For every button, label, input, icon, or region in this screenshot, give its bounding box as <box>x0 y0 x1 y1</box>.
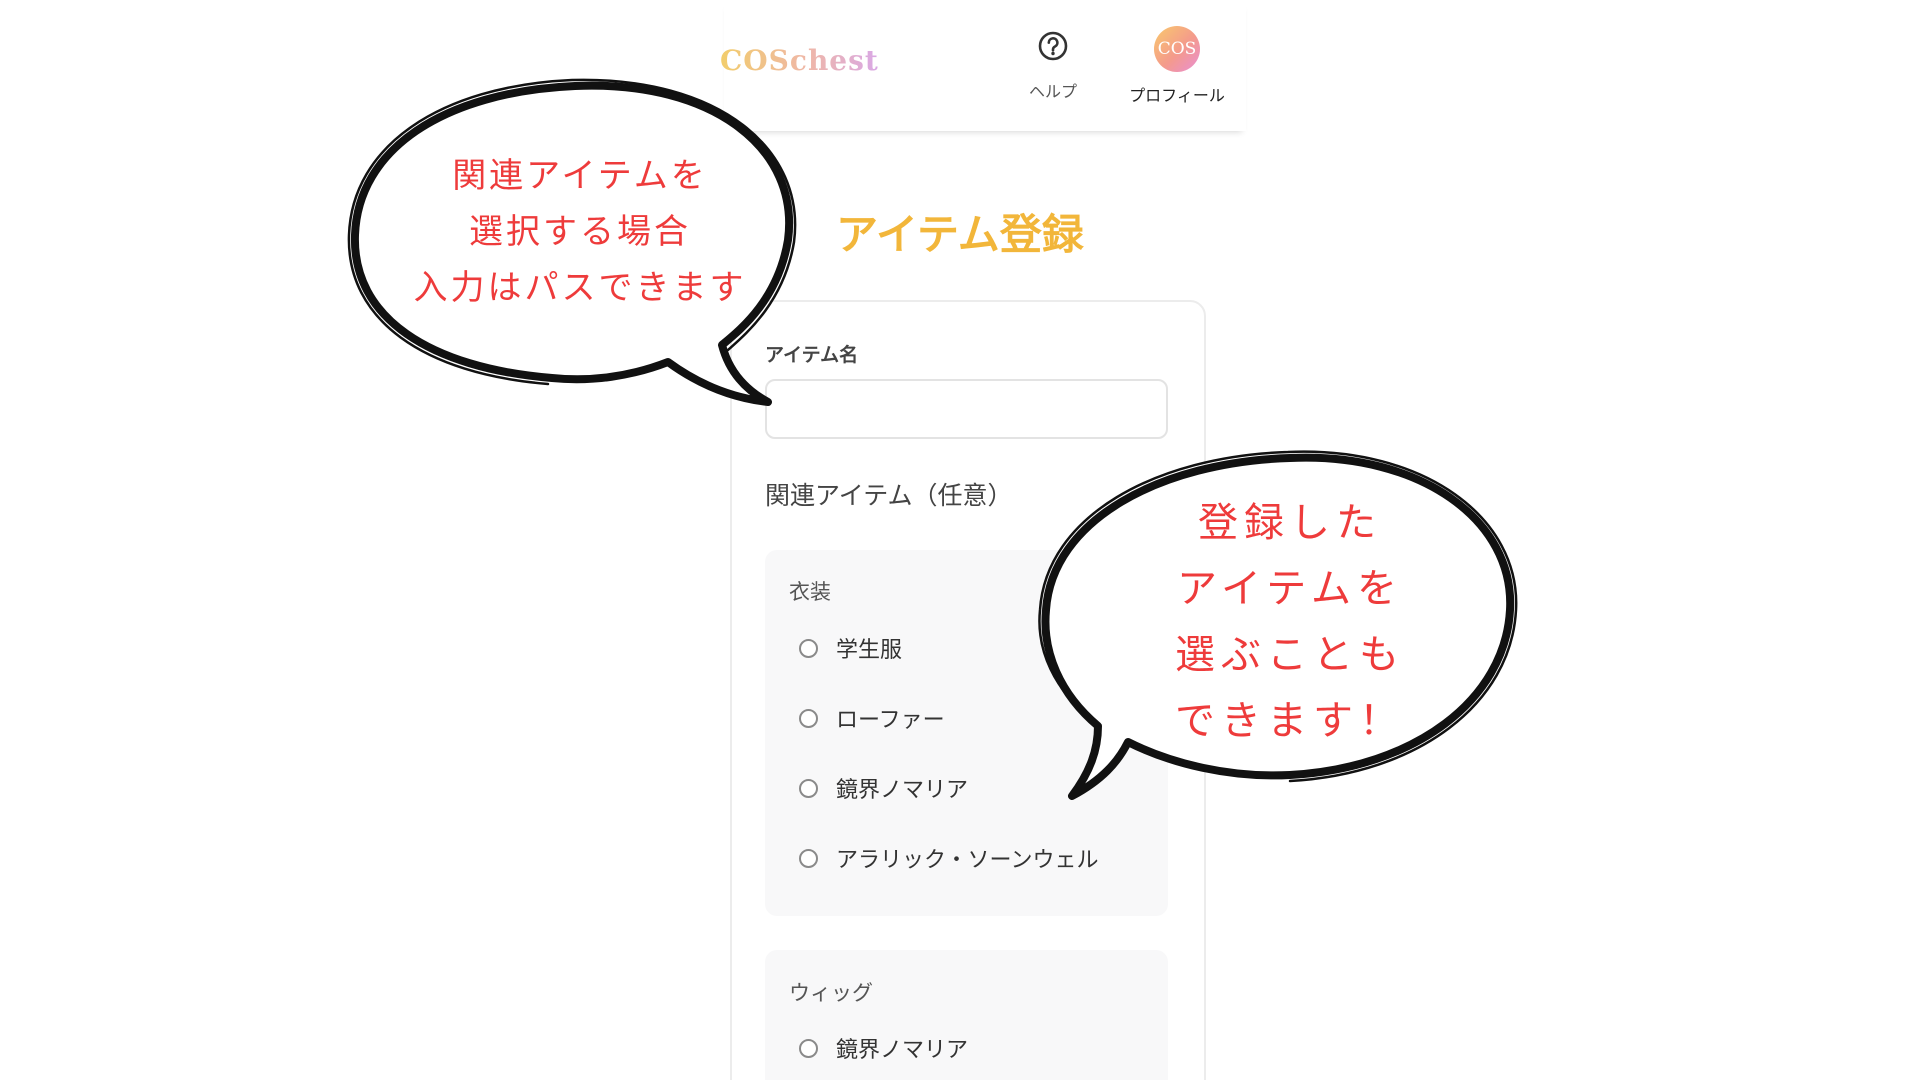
profile-nav-item[interactable]: COS プロフィール <box>1118 26 1236 110</box>
callout-line: 登録した <box>1198 500 1382 546</box>
page-title: アイテム登録 <box>836 210 1084 259</box>
profile-label: プロフィール <box>1129 86 1225 105</box>
radio-button[interactable] <box>799 708 818 728</box>
callout-line: 関連アイテムを <box>452 156 708 196</box>
help-label: ヘルプ <box>1028 82 1077 101</box>
question-circle-icon <box>1038 31 1068 61</box>
callout-right-text: 登録した アイテムを 選ぶことも できます！ <box>1100 490 1480 754</box>
item-name-input[interactable] <box>765 379 1168 439</box>
group-title: 衣装 <box>789 580 831 604</box>
radio-option[interactable]: 鏡界ノマリア <box>799 1030 968 1066</box>
callout-line: 選ぶことも <box>1175 632 1405 678</box>
help-nav-item[interactable]: ヘルプ <box>1020 28 1086 110</box>
radio-option[interactable]: アラリック・ソーンウェル <box>799 840 1098 876</box>
radio-option-label: 鏡界ノマリア <box>836 1038 969 1063</box>
app-logo[interactable]: COSchest <box>720 44 879 77</box>
callout-left-text: 関連アイテムを 選択する場合 入力はパスできます <box>380 148 780 316</box>
radio-button[interactable] <box>799 778 818 798</box>
related-items-title: 関連アイテム（任意） <box>765 481 1013 510</box>
avatar: COS <box>1154 26 1200 72</box>
related-group-wig: ウィッグ 鏡界ノマリア <box>765 950 1168 1080</box>
callout-line: アイテムを <box>1177 566 1403 612</box>
radio-option[interactable]: ローファー <box>799 700 945 736</box>
callout-line: 選択する場合 <box>469 212 691 252</box>
radio-option[interactable]: 学生服 <box>799 630 902 666</box>
callout-line: 入力はパスできます <box>413 268 747 308</box>
page: COSchest ヘルプ COS プロフィール アイテム登録 アイテム名 関連ア… <box>0 0 1920 1080</box>
radio-option-label: アラリック・ソーンウェル <box>836 848 1099 873</box>
radio-option[interactable]: 鏡界ノマリア <box>799 770 968 806</box>
radio-button[interactable] <box>799 638 818 658</box>
radio-button[interactable] <box>799 848 818 868</box>
radio-option-label: ローファー <box>836 708 945 733</box>
radio-option-label: 学生服 <box>836 638 903 663</box>
item-name-label: アイテム名 <box>765 344 859 366</box>
group-title: ウィッグ <box>789 981 873 1005</box>
radio-option-label: 鏡界ノマリア <box>836 778 969 803</box>
callout-line: できます！ <box>1175 698 1405 744</box>
radio-button[interactable] <box>799 1038 818 1058</box>
